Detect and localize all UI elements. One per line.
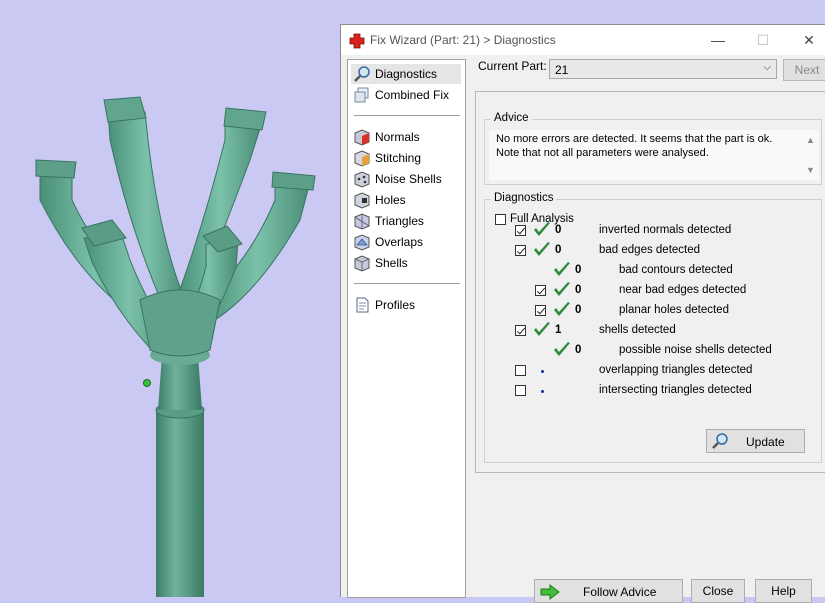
diag-row-label: inverted normals detected	[599, 224, 732, 236]
nav-label: Overlaps	[375, 235, 424, 249]
diag-row-label: shells detected	[599, 324, 676, 336]
check-mark-icon	[534, 242, 550, 256]
nav-label: Normals	[375, 130, 420, 144]
follow-advice-button[interactable]: Follow Advice	[534, 579, 683, 603]
advice-text: No more errors are detected. It seems th…	[496, 132, 782, 160]
diag-row-count: 0	[555, 244, 562, 256]
diag-row-label: intersecting triangles detected	[599, 384, 752, 396]
diag-row-count: 0	[575, 264, 582, 276]
close-button[interactable]: Close	[691, 579, 745, 603]
nav-label: Profiles	[375, 298, 416, 312]
diag-row-count: 1	[555, 324, 562, 336]
arrow-right-icon	[540, 584, 560, 600]
maximize-button[interactable]: ☐	[751, 29, 775, 51]
diag-row-label: planar holes detected	[619, 304, 729, 316]
nav-label: Triangles	[375, 214, 424, 228]
nav-label: Stitching	[375, 151, 422, 165]
current-part-value: 21	[555, 63, 569, 77]
diag-row-count: 0	[575, 344, 582, 356]
advice-title: Advice	[491, 112, 532, 124]
diag-row-label: bad contours detected	[619, 264, 733, 276]
nav-item-normals[interactable]: Normals	[351, 127, 461, 147]
wizard-nav-list: Diagnostics Combined Fix Normals Stitchi…	[347, 59, 466, 598]
current-part-label: Current Part:	[478, 59, 547, 73]
diag-row-checkbox[interactable]	[515, 325, 526, 336]
diag-row-checkbox[interactable]	[515, 365, 526, 376]
check-mark-icon	[554, 262, 570, 276]
current-part-select[interactable]: 21 ⌵	[549, 59, 777, 79]
check-mark-icon	[554, 282, 570, 296]
update-label: Update	[746, 435, 785, 449]
magnifier-icon	[354, 66, 370, 82]
diag-row-label: bad edges detected	[599, 244, 701, 256]
combined-fix-icon	[354, 87, 369, 103]
diag-row-checkbox[interactable]	[515, 385, 526, 396]
pending-dot-icon	[541, 370, 544, 373]
update-button[interactable]: Update	[706, 429, 805, 453]
diag-row-count: 0	[555, 224, 562, 236]
nav-divider	[354, 283, 460, 284]
check-mark-icon	[554, 302, 570, 316]
chevron-down-icon: ⌵	[763, 62, 771, 73]
diag-row-label: overlapping triangles detected	[599, 364, 753, 376]
diag-row-checkbox[interactable]	[535, 285, 546, 296]
nav-item-diagnostics[interactable]: Diagnostics	[351, 64, 461, 84]
magnifier-icon	[712, 433, 728, 449]
nav-item-triangles[interactable]: Triangles	[351, 211, 461, 231]
nav-item-holes[interactable]: Holes	[351, 190, 461, 210]
stitching-cube-icon	[354, 150, 370, 167]
diag-row-checkbox[interactable]	[535, 305, 546, 316]
title-bar[interactable]: Fix Wizard (Part: 21) > Diagnostics — ☐ …	[341, 25, 825, 55]
diag-row-label: possible noise shells detected	[619, 344, 772, 356]
advice-textbox[interactable]: No more errors are detected. It seems th…	[489, 130, 819, 180]
nav-label: Combined Fix	[375, 88, 450, 102]
normals-cube-icon	[354, 129, 370, 146]
check-mark-icon	[534, 222, 550, 236]
nav-item-overlaps[interactable]: Overlaps	[351, 232, 461, 252]
shells-icon	[354, 255, 370, 272]
next-button[interactable]: Next	[783, 59, 825, 81]
nav-label: Shells	[375, 256, 408, 270]
scroll-up-icon[interactable]: ▲	[806, 133, 815, 147]
overlaps-icon	[354, 234, 370, 251]
fix-wizard-dialog: Fix Wizard (Part: 21) > Diagnostics — ☐ …	[340, 24, 825, 603]
diag-row-count: 0	[575, 304, 582, 316]
nav-item-stitching[interactable]: Stitching	[351, 148, 461, 168]
nav-label: Noise Shells	[375, 172, 442, 186]
diag-row-count: 0	[575, 284, 582, 296]
diag-row-checkbox[interactable]	[515, 245, 526, 256]
full-analysis-checkbox[interactable]	[495, 214, 506, 225]
diag-row-checkbox[interactable]	[515, 225, 526, 236]
advice-scrollbar[interactable]: ▲ ▼	[803, 130, 819, 180]
3d-model-part	[35, 96, 316, 597]
close-window-button[interactable]: ✕	[797, 29, 821, 51]
help-button[interactable]: Help	[755, 579, 812, 603]
pending-dot-icon	[541, 390, 544, 393]
check-mark-icon	[534, 322, 550, 336]
noise-shells-icon	[354, 171, 370, 188]
nav-label: Diagnostics	[375, 67, 438, 81]
nav-item-shells[interactable]: Shells	[351, 253, 461, 273]
check-mark-icon	[554, 342, 570, 356]
nav-item-noise-shells[interactable]: Noise Shells	[351, 169, 461, 189]
triangles-icon	[354, 213, 370, 230]
minimize-button[interactable]: —	[706, 29, 730, 51]
diag-row-label: near bad edges detected	[619, 284, 747, 296]
profiles-doc-icon	[356, 297, 369, 313]
window-title: Fix Wizard (Part: 21) > Diagnostics	[370, 33, 556, 47]
diagnostics-title: Diagnostics	[491, 192, 557, 204]
holes-cube-icon	[354, 192, 370, 209]
red-cross-icon	[349, 33, 365, 49]
nav-item-profiles[interactable]: Profiles	[351, 295, 461, 315]
nav-label: Holes	[375, 193, 406, 207]
nav-divider	[354, 115, 460, 116]
advice-line: Note that not all parameters were analys…	[496, 147, 709, 159]
advice-line: No more errors are detected. It seems th…	[496, 133, 773, 145]
scroll-down-icon[interactable]: ▼	[806, 163, 815, 177]
nav-item-combined-fix[interactable]: Combined Fix	[351, 85, 461, 105]
